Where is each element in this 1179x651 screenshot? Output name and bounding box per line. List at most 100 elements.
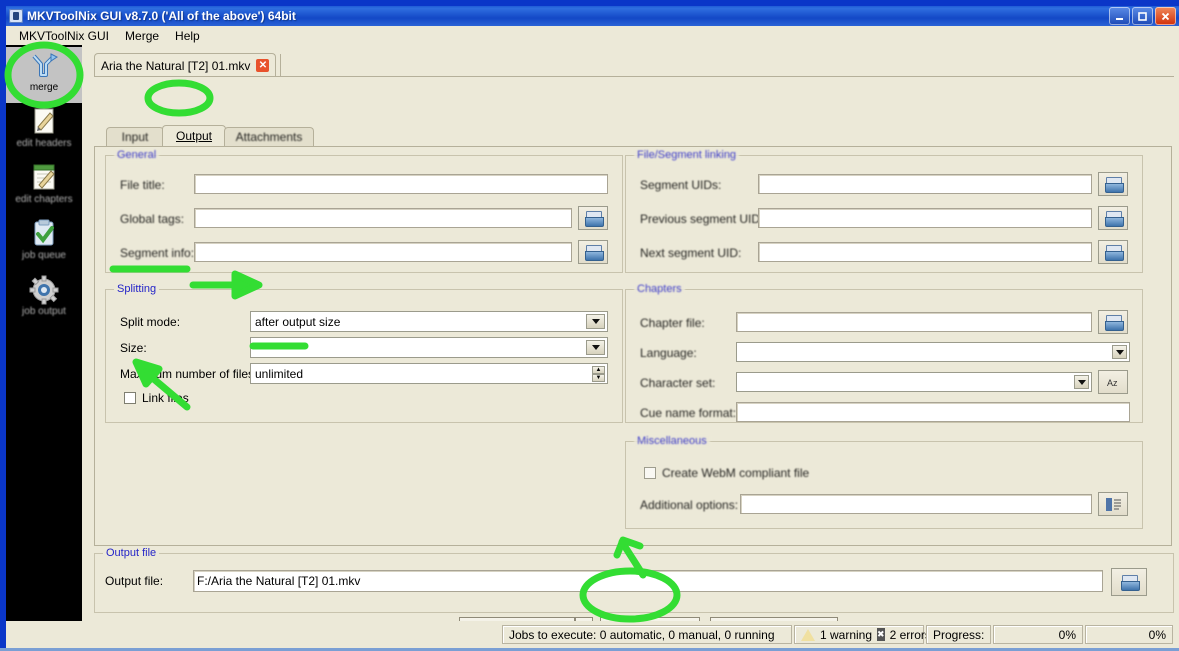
max-files-stepper[interactable]: unlimited ▲ ▼ bbox=[250, 363, 608, 384]
close-button[interactable] bbox=[1155, 7, 1176, 25]
error-count: 2 errors bbox=[889, 627, 931, 642]
job-output-icon bbox=[28, 275, 60, 305]
sidebar: merge edit headers edit chapters job que… bbox=[6, 45, 82, 621]
cue-name-label: Cue name format: bbox=[640, 406, 737, 420]
linking-group: File/Segment linking Segment UIDs: Previ… bbox=[625, 149, 1143, 273]
charset-preview-button[interactable]: Az bbox=[1098, 370, 1128, 394]
segment-uids-browse-button[interactable] bbox=[1098, 172, 1128, 196]
chevron-down-icon[interactable] bbox=[1074, 375, 1089, 389]
max-files-value: unlimited bbox=[255, 366, 304, 381]
prev-uid-browse-button[interactable] bbox=[1098, 206, 1128, 230]
cue-name-input[interactable] bbox=[736, 402, 1130, 422]
file-tab-strip: Aria the Natural [T2] 01.mkv ✕ bbox=[94, 53, 1174, 77]
inner-tab-area: Input Output Attachments General File ti… bbox=[94, 78, 1174, 548]
tab-attachments[interactable]: Attachments bbox=[224, 127, 314, 146]
output-file-group-title: Output file bbox=[103, 547, 160, 559]
misc-group: Miscellaneous Create WebM compliant file… bbox=[625, 435, 1143, 529]
menu-bar: MKVToolNix GUI Merge Help bbox=[6, 26, 1179, 45]
chevron-down-icon[interactable] bbox=[586, 314, 605, 329]
prev-uid-label: Previous segment UID: bbox=[640, 212, 764, 226]
language-select[interactable] bbox=[736, 342, 1130, 362]
charset-select[interactable] bbox=[736, 372, 1092, 392]
status-warnings-errors: 1 warning ✖ 2 errors bbox=[794, 625, 931, 644]
split-mode-select[interactable]: after output size bbox=[250, 311, 608, 332]
chapters-group: Chapters Chapter file: Language: Charact… bbox=[625, 283, 1143, 423]
tab-input[interactable]: Input bbox=[106, 127, 164, 146]
segment-uids-input[interactable] bbox=[758, 174, 1092, 194]
maximize-button[interactable] bbox=[1132, 7, 1153, 25]
chevron-down-icon[interactable] bbox=[586, 340, 605, 355]
webm-label: Create WebM compliant file bbox=[662, 466, 810, 480]
chapter-file-input[interactable] bbox=[736, 312, 1092, 332]
sidebar-item-label: job output bbox=[22, 306, 66, 317]
warning-count: 1 warning bbox=[820, 627, 873, 642]
global-tags-input[interactable] bbox=[194, 208, 572, 228]
sidebar-item-merge[interactable]: merge bbox=[6, 47, 82, 103]
split-mode-value: after output size bbox=[255, 314, 341, 329]
folder-icon bbox=[1104, 245, 1124, 261]
status-progress-label: Progress: bbox=[926, 625, 991, 644]
output-file-value: F:/Aria the Natural [T2] 01.mkv bbox=[197, 574, 361, 588]
app-icon bbox=[9, 9, 23, 23]
next-uid-input[interactable] bbox=[758, 242, 1092, 262]
tab-output[interactable]: Output bbox=[162, 125, 226, 146]
file-tab-label: Aria the Natural [T2] 01.mkv bbox=[101, 58, 251, 73]
sidebar-item-label: merge bbox=[29, 82, 59, 93]
edit-chapters-icon bbox=[28, 163, 60, 193]
max-files-label: Maximum number of files: bbox=[120, 367, 258, 381]
status-progress-1: 0% bbox=[993, 625, 1083, 644]
tab-strip-divider bbox=[266, 54, 281, 76]
application-window: MKVToolNix GUI v8.7.0 ('All of the above… bbox=[0, 0, 1179, 648]
menu-item-merge[interactable]: Merge bbox=[117, 27, 167, 45]
global-tags-browse-button[interactable] bbox=[578, 206, 608, 230]
size-select[interactable] bbox=[250, 337, 608, 358]
status-bar: Jobs to execute: 0 automatic, 0 manual, … bbox=[6, 621, 1179, 648]
menu-item-mkvtoolnix-gui[interactable]: MKVToolNix GUI bbox=[11, 27, 117, 45]
minimize-button[interactable] bbox=[1109, 7, 1130, 25]
splitting-group-title: Splitting bbox=[114, 283, 160, 295]
file-title-label: File title: bbox=[120, 178, 165, 192]
general-group: General File title: Global tags: Segment… bbox=[105, 149, 623, 273]
sidebar-item-job-queue[interactable]: job queue bbox=[6, 215, 82, 271]
additional-options-label: Additional options: bbox=[640, 498, 739, 512]
misc-group-title: Miscellaneous bbox=[634, 435, 710, 447]
linking-group-title: File/Segment linking bbox=[634, 149, 740, 161]
folder-icon bbox=[1104, 211, 1124, 227]
chapters-group-title: Chapters bbox=[634, 283, 685, 295]
segment-info-label: Segment info: bbox=[120, 246, 195, 260]
file-title-input[interactable] bbox=[194, 174, 608, 194]
chapter-file-browse-button[interactable] bbox=[1098, 310, 1128, 334]
status-progress-2: 0% bbox=[1085, 625, 1173, 644]
additional-options-button[interactable] bbox=[1098, 492, 1128, 516]
segment-info-input[interactable] bbox=[194, 242, 572, 262]
segment-info-browse-button[interactable] bbox=[578, 240, 608, 264]
sidebar-item-edit-chapters[interactable]: edit chapters bbox=[6, 159, 82, 215]
global-tags-label: Global tags: bbox=[120, 212, 185, 226]
error-icon: ✖ bbox=[877, 628, 885, 641]
size-label: Size: bbox=[120, 341, 147, 355]
chevron-down-icon[interactable] bbox=[1112, 345, 1127, 359]
output-settings-panel: General File title: Global tags: Segment… bbox=[94, 146, 1172, 546]
output-file-browse-button[interactable] bbox=[1111, 568, 1147, 596]
webm-checkbox[interactable] bbox=[644, 467, 656, 479]
next-uid-browse-button[interactable] bbox=[1098, 240, 1128, 264]
output-file-input[interactable]: F:/Aria the Natural [T2] 01.mkv bbox=[193, 570, 1103, 592]
sidebar-item-label: edit chapters bbox=[15, 194, 73, 205]
sidebar-item-label: job queue bbox=[22, 250, 66, 261]
split-mode-label: Split mode: bbox=[120, 315, 181, 329]
title-bar: MKVToolNix GUI v8.7.0 ('All of the above… bbox=[6, 6, 1179, 26]
file-tab[interactable]: Aria the Natural [T2] 01.mkv ✕ bbox=[94, 53, 277, 77]
output-file-group: Output file Output file: F:/Aria the Nat… bbox=[94, 547, 1174, 613]
prev-uid-input[interactable] bbox=[758, 208, 1092, 228]
menu-item-help[interactable]: Help bbox=[167, 27, 208, 45]
general-group-title: General bbox=[114, 149, 160, 161]
additional-options-input[interactable] bbox=[740, 494, 1092, 514]
sidebar-item-edit-headers[interactable]: edit headers bbox=[6, 103, 82, 159]
link-files-checkbox[interactable] bbox=[124, 392, 136, 404]
folder-icon bbox=[584, 211, 604, 227]
sidebar-item-job-output[interactable]: job output bbox=[6, 271, 82, 327]
sidebar-item-label: edit headers bbox=[16, 138, 72, 149]
spinner-buttons[interactable]: ▲ ▼ bbox=[592, 366, 605, 382]
next-uid-label: Next segment UID: bbox=[640, 246, 742, 260]
tab-label: Attachments bbox=[235, 130, 303, 144]
